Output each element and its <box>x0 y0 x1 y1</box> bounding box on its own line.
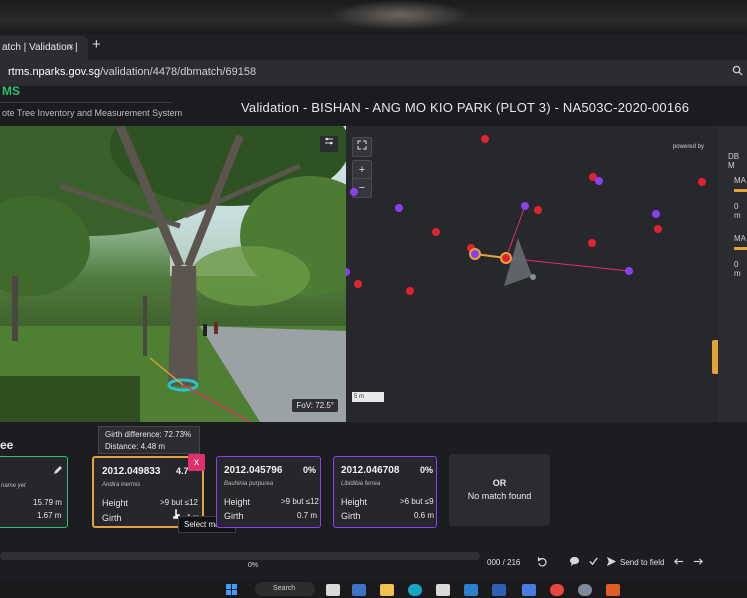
logo-divider <box>0 102 172 103</box>
section-title: ee <box>0 438 14 452</box>
os-taskbar <box>0 580 747 598</box>
match-height: >9 but ≤12 <box>160 498 198 507</box>
url-host: rtms.nparks.gov.sg <box>8 66 101 78</box>
height-label: Height <box>224 497 251 507</box>
tree-map[interactable]: + − powered by 5 m <box>346 126 718 422</box>
match-height: >9 but ≤12 <box>281 497 319 506</box>
mail-icon[interactable] <box>464 584 478 596</box>
match-percent: 0% <box>420 465 434 475</box>
close-icon[interactable]: × <box>68 36 74 60</box>
tab-title: atch | Validation | <box>2 42 78 53</box>
match-girth: 0.6 m <box>414 511 435 520</box>
current-tree-species: name yet <box>1 483 26 489</box>
db-panel-item: MA <box>734 234 746 243</box>
brave-icon[interactable] <box>606 584 620 596</box>
map-scale: 5 m <box>352 392 384 402</box>
db-panel-item: MA <box>734 176 746 185</box>
app-icon[interactable] <box>522 584 536 596</box>
app-logo[interactable]: MS <box>2 84 20 98</box>
or-label: OR <box>492 478 507 488</box>
no-match-button[interactable]: OR No match found <box>449 454 550 526</box>
current-tree-height: 15.79 m <box>33 498 62 507</box>
db-panel-item: 0 m <box>734 202 741 220</box>
db-panel-bar <box>734 247 747 250</box>
street-view-panorama[interactable]: FoV: 72.5° <box>0 126 346 422</box>
match-species: Andira inermis <box>102 482 141 488</box>
arrow-right-icon[interactable] <box>693 556 704 567</box>
match-height: >6 but ≤9 <box>400 497 434 506</box>
app-icon[interactable] <box>492 584 506 596</box>
comment-icon[interactable] <box>569 556 580 567</box>
tab-strip: atch | Validation | × <box>0 34 747 60</box>
check-icon[interactable] <box>588 556 599 567</box>
app-icon[interactable] <box>436 584 450 596</box>
file-explorer-icon[interactable] <box>380 584 394 596</box>
app-header: MS ote Tree Inventory and Measurement Sy… <box>0 84 747 126</box>
settings-icon[interactable] <box>578 584 592 596</box>
task-view-icon[interactable] <box>326 584 340 596</box>
current-tree-card[interactable]: name yet 15.79 m 1.67 m <box>0 456 68 528</box>
match-card[interactable]: 2012.045796 0% Bauhinia purpurea Height … <box>216 456 321 528</box>
url-text[interactable]: rtms.nparks.gov.sg/validation/4478/dbmat… <box>8 66 256 78</box>
sliders-icon <box>325 137 333 145</box>
address-bar[interactable]: rtms.nparks.gov.sg/validation/4478/dbmat… <box>0 60 747 86</box>
send-to-field-button[interactable]: Send to field <box>620 558 664 567</box>
girth-label: Girth <box>341 511 361 521</box>
progress-count: 000 / 216 <box>487 558 521 567</box>
undo-icon[interactable] <box>537 556 548 567</box>
progress-percent: 0% <box>248 562 259 569</box>
match-id: 2012.046708 <box>341 465 400 476</box>
close-icon: x <box>194 457 199 468</box>
search-icon[interactable] <box>732 65 743 76</box>
height-label: Height <box>341 497 368 507</box>
match-id: 2012.049833 <box>102 466 161 477</box>
girth-difference: Girth difference: 72.73% <box>105 430 192 439</box>
match-girth: 0.7 m <box>297 511 318 520</box>
arrow-left-icon[interactable] <box>673 556 684 567</box>
map-layer <box>346 135 706 295</box>
remove-match-button[interactable]: x <box>188 454 205 471</box>
windows-start-icon[interactable] <box>225 584 239 596</box>
girth-label: Girth <box>102 513 122 523</box>
db-panel-label: DB M <box>728 152 740 170</box>
camera-reflection <box>330 0 470 30</box>
current-tree-girth: 1.67 m <box>37 511 62 520</box>
chrome-icon[interactable] <box>550 584 564 596</box>
edge-icon[interactable] <box>408 584 422 596</box>
match-card[interactable]: 2012.046708 0% Libidibia ferrea Height >… <box>333 456 437 528</box>
page-title: Validation - BISHAN - ANG MO KIO PARK (P… <box>241 100 690 115</box>
match-section: ee Girth difference: 72.73% Distance: 4.… <box>0 422 747 598</box>
app-subtitle: ote Tree Inventory and Measurement Syste… <box>2 108 183 118</box>
db-panel-bar <box>734 189 747 192</box>
taskbar-search[interactable]: Search <box>255 582 315 596</box>
db-match-panel: DB M MA 0 m MA 0 m <box>718 126 747 422</box>
girth-label: Girth <box>224 511 244 521</box>
match-info-tooltip: Girth difference: 72.73% Distance: 4.48 … <box>98 426 200 454</box>
new-tab-button[interactable]: + <box>92 36 101 53</box>
send-icon[interactable] <box>606 556 617 567</box>
browser-tab[interactable]: atch | Validation | × <box>0 36 88 60</box>
match-id: 2012.045796 <box>224 465 283 476</box>
validation-progress-bar <box>0 552 480 560</box>
height-label: Height <box>102 498 129 508</box>
url-path: /validation/4478/dbmatch/69158 <box>100 66 257 78</box>
edit-icon[interactable] <box>53 465 63 475</box>
match-species: Libidibia ferrea <box>341 481 381 487</box>
panorama-image <box>0 126 346 422</box>
match-species: Bauhinia purpurea <box>224 481 274 487</box>
app-icon[interactable] <box>352 584 366 596</box>
fov-readout: FoV: 72.5° <box>292 399 338 412</box>
layers-toggle-button[interactable] <box>320 136 338 152</box>
match-percent: 4.7 <box>176 466 189 476</box>
db-panel-item: 0 m <box>734 260 741 278</box>
distance: Distance: 4.48 m <box>105 442 166 451</box>
no-match-label: No match found <box>467 491 532 501</box>
match-percent: 0% <box>303 465 317 475</box>
